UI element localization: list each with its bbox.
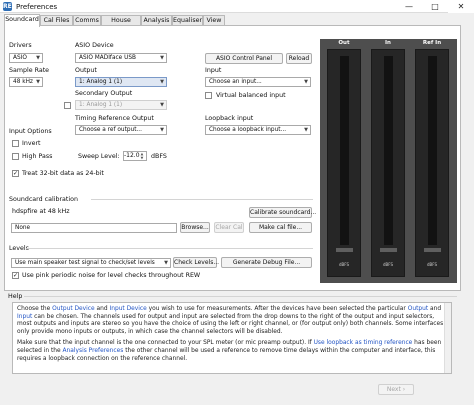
invert-label: Invert (22, 140, 41, 147)
levels-mode-select[interactable]: Use main speaker test signal to check/se… (11, 258, 171, 268)
meter-in-bar (384, 56, 393, 245)
make-cal-file-button[interactable]: Make cal file... (249, 222, 312, 233)
meter-ref-in-panel: dBFS (415, 49, 449, 277)
drivers-select[interactable]: ASIO ▼ (9, 53, 43, 63)
maximize-icon[interactable]: □ (422, 0, 448, 13)
help-title: Help (8, 293, 23, 300)
invert-checkbox[interactable] (12, 140, 19, 147)
level-meters: Out dBFS In dBFS Ref In dBFS (320, 39, 457, 283)
check-levels-button[interactable]: Check Levels... (173, 257, 219, 268)
loopback-select[interactable]: Choose a loopback input... ▼ (205, 125, 311, 135)
input-device-link[interactable]: Input Device (109, 306, 146, 312)
app-icon: REW (3, 2, 19, 11)
pink-noise-checkbox[interactable]: ✓ (12, 272, 19, 279)
calibration-divider (91, 199, 313, 200)
meter-in-panel: dBFS (371, 49, 405, 277)
help-paragraph-1: Choose the Output Device and Input Devic… (17, 306, 444, 335)
asio-device-label: ASIO Device (75, 42, 114, 49)
help-text: Choose the Output Device and Input Devic… (12, 302, 452, 374)
drivers-label: Drivers (9, 42, 32, 49)
calibrate-soundcard-button[interactable]: Calibrate soundcard... (249, 207, 316, 218)
calibration-info: hdspfire at 48 kHz (12, 208, 70, 215)
tab-soundcard[interactable]: Soundcard (4, 14, 40, 27)
clear-cal-button[interactable]: Clear Cal (214, 222, 244, 233)
secondary-output-label: Secondary Output (75, 90, 133, 97)
title-bar: REW Preferences — □ ✕ (0, 0, 474, 13)
output-link[interactable]: Output (408, 306, 428, 312)
sweep-level-spinner[interactable]: -12.0 ▲ ▼ (123, 151, 147, 161)
timing-ref-label: Timing Reference Output (75, 115, 154, 122)
chevron-down-icon: ▼ (36, 79, 40, 85)
output-select[interactable]: 1: Analog 1 (1) ▼ (75, 77, 167, 87)
treat-32bit-label: Treat 32-bit data as 24-bit (22, 170, 104, 177)
window-title: Preferences (16, 3, 58, 11)
sample-rate-select[interactable]: 48 kHz ▼ (9, 77, 43, 87)
sweep-level-unit: dBFS (151, 153, 167, 160)
soundcard-panel: Drivers ASIO ▼ ASIO Device ASIO MADIface … (4, 25, 461, 291)
help-section: Help Choose the Output Device and Input … (4, 292, 461, 381)
meter-in: In dBFS (368, 39, 408, 283)
chevron-down-icon: ▼ (304, 127, 308, 133)
chevron-down-icon: ▼ (160, 55, 164, 61)
sweep-level-label: Sweep Level: (78, 153, 120, 160)
meter-out-label: Out (338, 40, 350, 46)
meter-out-bar (340, 56, 349, 245)
help-paragraph-2: Make sure that the input channel is the … (17, 340, 442, 362)
high-pass-checkbox[interactable] (12, 153, 19, 160)
meter-out-panel: dBFS (327, 49, 361, 277)
loopback-label: Loopback input (205, 115, 254, 122)
output-label: Output (75, 67, 97, 74)
meter-ref-in: Ref In dBFS (412, 39, 452, 283)
meter-in-peak (380, 248, 397, 252)
spinner-arrows-icon: ▲ ▼ (140, 152, 144, 160)
cal-file-field[interactable]: None (11, 223, 177, 233)
meter-out: Out dBFS (324, 39, 364, 283)
secondary-output-select[interactable]: 1: Analog 1 (1) ▼ (75, 100, 167, 110)
close-icon[interactable]: ✕ (448, 0, 474, 13)
high-pass-label: High Pass (22, 153, 53, 160)
input-options-label: Input Options (9, 128, 52, 135)
reload-button[interactable]: Reload (286, 53, 312, 64)
chevron-down-icon: ▼ (160, 79, 164, 85)
input-label: Input (205, 67, 222, 74)
treat-32bit-checkbox[interactable]: ✓ (12, 170, 19, 177)
meter-out-value: dBFS (338, 262, 350, 267)
chevron-down-icon: ▼ (304, 79, 308, 85)
help-scrollbar[interactable] (444, 303, 451, 373)
chevron-down-icon: ▼ (164, 260, 168, 266)
levels-divider (27, 248, 313, 249)
calibration-section-label: Soundcard calibration (9, 196, 78, 203)
output-device-link[interactable]: Output Device (52, 306, 94, 312)
meter-out-peak (336, 248, 353, 252)
virtual-balanced-label: Virtual balanced input (216, 92, 286, 99)
next-button[interactable]: Next › (378, 384, 414, 395)
minimize-icon[interactable]: — (396, 0, 422, 13)
meter-in-value: dBFS (382, 262, 394, 267)
chevron-down-icon: ▼ (160, 102, 164, 108)
timing-ref-select[interactable]: Choose a ref output... ▼ (75, 125, 167, 135)
meter-in-label: In (385, 40, 391, 46)
secondary-output-checkbox[interactable] (64, 102, 71, 109)
levels-section-label: Levels (9, 245, 29, 252)
meter-ref-in-peak (424, 248, 441, 252)
input-select[interactable]: Choose an input... ▼ (205, 77, 311, 87)
generate-debug-button[interactable]: Generate Debug File... (221, 257, 312, 268)
asio-control-panel-button[interactable]: ASIO Control Panel (205, 53, 283, 64)
meter-ref-in-bar (428, 56, 437, 245)
chevron-down-icon: ▼ (36, 55, 40, 61)
input-link[interactable]: Input (17, 314, 32, 320)
help-divider (24, 296, 457, 297)
virtual-balanced-checkbox[interactable] (205, 92, 212, 99)
asio-device-select[interactable]: ASIO MADIface USB ▼ (75, 53, 167, 63)
browse-button[interactable]: Browse... (180, 222, 210, 233)
loopback-timing-link[interactable]: Use loopback as timing reference (314, 340, 413, 346)
meter-ref-in-label: Ref In (422, 40, 442, 46)
meter-ref-in-value: dBFS (426, 262, 438, 267)
pink-noise-label: Use pink periodic noise for level checks… (22, 272, 201, 279)
chevron-down-icon: ▼ (160, 127, 164, 133)
sample-rate-label: Sample Rate (9, 67, 50, 74)
analysis-preferences-link[interactable]: Analysis Preferences (63, 348, 124, 354)
